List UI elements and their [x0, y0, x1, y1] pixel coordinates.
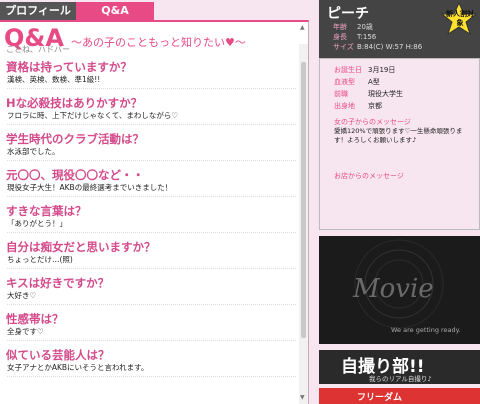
qa-item: Hな必殺技はありかすか？ フロラに時、上下だけじゃなくて、まわしながら♡ — [6, 96, 296, 125]
stat-label: 年齢 — [333, 23, 347, 31]
shop-message-title: お店からのメッセージ — [334, 172, 404, 180]
detail-label: 出身地 — [334, 102, 355, 110]
jidori-banner[interactable]: 自撮り部!! 我らのリアル自撮り♪ — [319, 350, 480, 384]
detail-row: 血液型 A型 — [334, 77, 380, 87]
cut-off-text: ことね、ハドバー — [6, 45, 70, 54]
qa-item: キスは好きですか？ 大好き♡ — [6, 276, 296, 305]
question: 資格は持っていますか？ — [6, 60, 132, 74]
tab-qa[interactable]: Q&A — [76, 2, 154, 20]
qa-item: 自分は痴女だと思いますか？ ちょっとだけ…(照) — [6, 240, 296, 269]
profile-stats: 年齢 20歳 身長 T:156 サイズ B:84(C) W:57 H:86 — [333, 22, 422, 52]
qa-list: 資格は持っていますか？ 漢検、英検、数検、準1級!! Hな必殺技はありかすか？ フロ… — [6, 60, 296, 377]
detail-row: お誕生日 3月19日 — [334, 65, 395, 75]
detail-value: 現役大学生 — [368, 90, 403, 98]
stat-value: T:156 — [357, 33, 377, 41]
girl-message-title: 女の子からのメッセージ — [334, 118, 411, 126]
question: 似ている芸能人は？ — [6, 348, 110, 362]
answer: 女子アナとかAKBにいそうと言われます。 — [7, 362, 296, 377]
tab-bar: プロフィール Q&A — [0, 0, 310, 20]
answer: 「ありがとう！」 — [7, 218, 296, 233]
qa-item: 資格は持っていますか？ 漢検、英検、数検、準1級!! — [6, 60, 296, 89]
answer: 現役女子大生！AKBの最終選考までいきました！ — [7, 182, 296, 197]
answer: 漢検、英検、数検、準1級!! — [7, 74, 296, 89]
question: 自分は痴女だと思いますか？ — [6, 240, 156, 254]
question: すきな言葉は？ — [6, 204, 87, 218]
answer: 大好き♡ — [7, 290, 296, 305]
movie-title: Movie — [353, 274, 434, 304]
jidori-subtitle: 我らのリアル自撮り♪ — [369, 375, 432, 383]
stat-row: 年齢 20歳 — [333, 22, 422, 32]
scrollbar-thumb[interactable] — [301, 62, 306, 338]
qa-item: 性感帯は？ 全身です♡ — [6, 312, 296, 341]
stat-row: 身長 T:156 — [333, 32, 422, 42]
bottom-banner[interactable]: フリーダム — [319, 388, 480, 404]
scroll-up-icon[interactable]: ▲ — [300, 24, 305, 31]
new-badge-label: 新人割対象 — [446, 10, 474, 27]
question: Hな必殺技はありかすか？ — [6, 96, 143, 110]
detail-label: 前職 — [334, 90, 348, 98]
answer: 全身です♡ — [7, 326, 296, 341]
detail-label: お誕生日 — [334, 66, 362, 74]
movie-banner[interactable]: Movie We are getting ready. — [319, 236, 480, 344]
answer: 水泳部でした。 — [7, 146, 296, 161]
profile-name: ピーチ — [327, 6, 369, 22]
detail-value: A型 — [368, 78, 380, 86]
qa-item: 学生時代のクラブ活動は？ 水泳部でした。 — [6, 132, 296, 161]
answer: ちょっとだけ…(照) — [7, 254, 296, 269]
profile-details: お誕生日 3月19日 血液型 A型 前職 現役大学生 出身地 京都 女の子からのメッセー… — [319, 58, 480, 230]
stat-row: サイズ B:84(C) W:57 H:86 — [333, 42, 422, 52]
stat-value: B:84(C) W:57 H:86 — [357, 43, 423, 51]
stat-label: 身長 — [333, 33, 347, 41]
girl-message: 愛嬌120%で頑張ります♡一生懸命頑張ります！よろしくお願いします♪ — [334, 127, 463, 144]
detail-row: 前職 現役大学生 — [334, 89, 403, 99]
question: 元〇〇、現役〇〇など・・ — [6, 168, 144, 182]
tab-profile[interactable]: プロフィール — [0, 2, 76, 20]
answer: フロラに時、上下だけじゃなくて、まわしながら♡ — [7, 110, 296, 125]
detail-value: 3月19日 — [368, 66, 396, 74]
detail-value: 京都 — [368, 102, 382, 110]
qa-panel: Q&A 〜あの子のこともっと知りたい♥〜 ことね、ハドバー 資格は持っていますか… — [0, 20, 309, 404]
question: キスは好きですか？ — [6, 276, 110, 290]
stat-value: 20歳 — [357, 23, 373, 31]
scroll-down-icon[interactable]: ▼ — [300, 394, 305, 401]
qa-subtitle: 〜あの子のこともっと知りたい♥〜 — [71, 36, 246, 49]
qa-item: 元〇〇、現役〇〇など・・ 現役女子大生！AKBの最終選考までいきました！ — [6, 168, 296, 197]
movie-subtitle: We are getting ready. — [391, 326, 461, 334]
question: 学生時代のクラブ活動は？ — [6, 132, 144, 146]
detail-label: 血液型 — [334, 78, 355, 86]
qa-item: 似ている芸能人は？ 女子アナとかAKBにいそうと言われます。 — [6, 348, 296, 377]
detail-row: 出身地 京都 — [334, 101, 382, 111]
question: 性感帯は？ — [6, 312, 64, 326]
qa-item: すきな言葉は？ 「ありがとう！」 — [6, 204, 296, 233]
stat-label: サイズ — [333, 43, 354, 51]
bottom-banner-text: フリーダム — [357, 393, 403, 403]
profile-header: ピーチ 年齢 20歳 身長 T:156 サイズ B:84(C) W:57 H:86 新… — [319, 0, 480, 58]
